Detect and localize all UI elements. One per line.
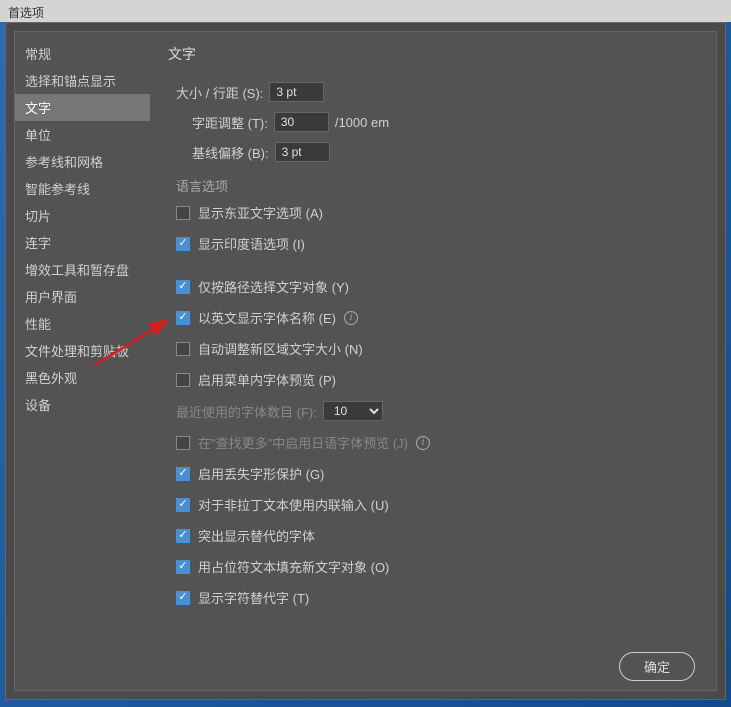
checkbox-english-font[interactable] [176,311,190,325]
checkbox-alt-glyph[interactable] [176,591,190,605]
title-bar: 首选项 [0,0,731,22]
sidebar-item-type[interactable]: 文字 [15,94,150,121]
checkbox-inline-input-label: 对于非拉丁文本使用内联输入 (U) [198,495,389,514]
checkbox-menu-preview[interactable] [176,373,190,387]
checkbox-placeholder-label: 用占位符文本填充新文字对象 (O) [198,557,389,576]
check-menu-preview: 启用菜单内字体预览 (P) [168,370,698,389]
sidebar-item-black[interactable]: 黑色外观 [15,364,150,391]
checkbox-english-font-label: 以英文显示字体名称 (E) [198,308,336,327]
checkbox-indic-label: 显示印度语选项 (I) [198,234,305,253]
checkbox-east-asian-label: 显示东亚文字选项 (A) [198,203,323,222]
checkbox-highlight[interactable] [176,529,190,543]
content-panel: 文字 大小 / 行距 (S): 字距调整 (T): /1000 em 基线偏移 … [150,32,716,690]
info-icon-japanese[interactable]: i [416,436,430,450]
checkbox-auto-size[interactable] [176,342,190,356]
checkbox-placeholder[interactable] [176,560,190,574]
sidebar-item-units[interactable]: 单位 [15,121,150,148]
checkbox-japanese-label: 在"查找更多"中启用日语字体预览 (J) [198,433,408,452]
sidebar-item-smart-guides[interactable]: 智能参考线 [15,175,150,202]
tracking-input[interactable] [274,112,329,132]
sidebar-item-plugins[interactable]: 增效工具和暂存盘 [15,256,150,283]
check-path-select: 仅按路径选择文字对象 (Y) [168,277,698,296]
tracking-label: 字距调整 (T): [192,113,268,132]
field-size: 大小 / 行距 (S): [168,82,698,102]
language-section-label: 语言选项 [176,176,698,195]
field-recent-fonts: 最近使用的字体数目 (F): 10 [168,401,698,421]
recent-fonts-label: 最近使用的字体数目 (F): [176,402,317,421]
sidebar-item-hyphenation[interactable]: 连字 [15,229,150,256]
check-indic: 显示印度语选项 (I) [168,234,698,253]
button-row: 确定 [619,652,695,681]
size-input[interactable] [269,82,324,102]
sidebar-item-file-handling[interactable]: 文件处理和剪贴板 [15,337,150,364]
field-tracking: 字距调整 (T): /1000 em [168,112,698,132]
dialog-title: 首选项 [8,6,44,20]
sidebar-item-ui[interactable]: 用户界面 [15,283,150,310]
check-alt-glyph: 显示字符替代字 (T) [168,588,698,607]
check-inline-input: 对于非拉丁文本使用内联输入 (U) [168,495,698,514]
checkbox-indic[interactable] [176,237,190,251]
checkbox-menu-preview-label: 启用菜单内字体预览 (P) [198,370,336,389]
sidebar-item-guides[interactable]: 参考线和网格 [15,148,150,175]
sidebar: 常规 选择和锚点显示 文字 单位 参考线和网格 智能参考线 切片 连字 增效工具… [15,32,150,690]
checkbox-alt-glyph-label: 显示字符替代字 (T) [198,588,309,607]
size-label: 大小 / 行距 (S): [176,83,263,102]
checkbox-japanese[interactable] [176,436,190,450]
checkbox-east-asian[interactable] [176,206,190,220]
dialog-outer: 常规 选择和锚点显示 文字 单位 参考线和网格 智能参考线 切片 连字 增效工具… [5,22,726,700]
sidebar-item-devices[interactable]: 设备 [15,391,150,418]
checkbox-missing-glyph[interactable] [176,467,190,481]
ok-button[interactable]: 确定 [619,652,695,681]
sidebar-item-selection[interactable]: 选择和锚点显示 [15,67,150,94]
check-japanese: 在"查找更多"中启用日语字体预览 (J) i [168,433,698,452]
recent-fonts-select[interactable]: 10 [323,401,383,421]
sidebar-item-performance[interactable]: 性能 [15,310,150,337]
checkbox-missing-glyph-label: 启用丢失字形保护 (G) [198,464,324,483]
checkbox-path-select-label: 仅按路径选择文字对象 (Y) [198,277,349,296]
info-icon[interactable]: i [344,311,358,325]
check-placeholder: 用占位符文本填充新文字对象 (O) [168,557,698,576]
checkbox-inline-input[interactable] [176,498,190,512]
check-missing-glyph: 启用丢失字形保护 (G) [168,464,698,483]
sidebar-item-slices[interactable]: 切片 [15,202,150,229]
dialog-inner: 常规 选择和锚点显示 文字 单位 参考线和网格 智能参考线 切片 连字 增效工具… [14,31,717,691]
checkbox-path-select[interactable] [176,280,190,294]
content-title: 文字 [168,44,698,64]
checkbox-highlight-label: 突出显示替代的字体 [198,526,315,545]
check-auto-size: 自动调整新区域文字大小 (N) [168,339,698,358]
check-highlight: 突出显示替代的字体 [168,526,698,545]
sidebar-item-general[interactable]: 常规 [15,40,150,67]
tracking-unit: /1000 em [335,115,389,130]
check-east-asian: 显示东亚文字选项 (A) [168,203,698,222]
field-baseline: 基线偏移 (B): [168,142,698,162]
baseline-input[interactable] [275,142,330,162]
baseline-label: 基线偏移 (B): [192,143,269,162]
check-english-font: 以英文显示字体名称 (E) i [168,308,698,327]
checkbox-auto-size-label: 自动调整新区域文字大小 (N) [198,339,363,358]
